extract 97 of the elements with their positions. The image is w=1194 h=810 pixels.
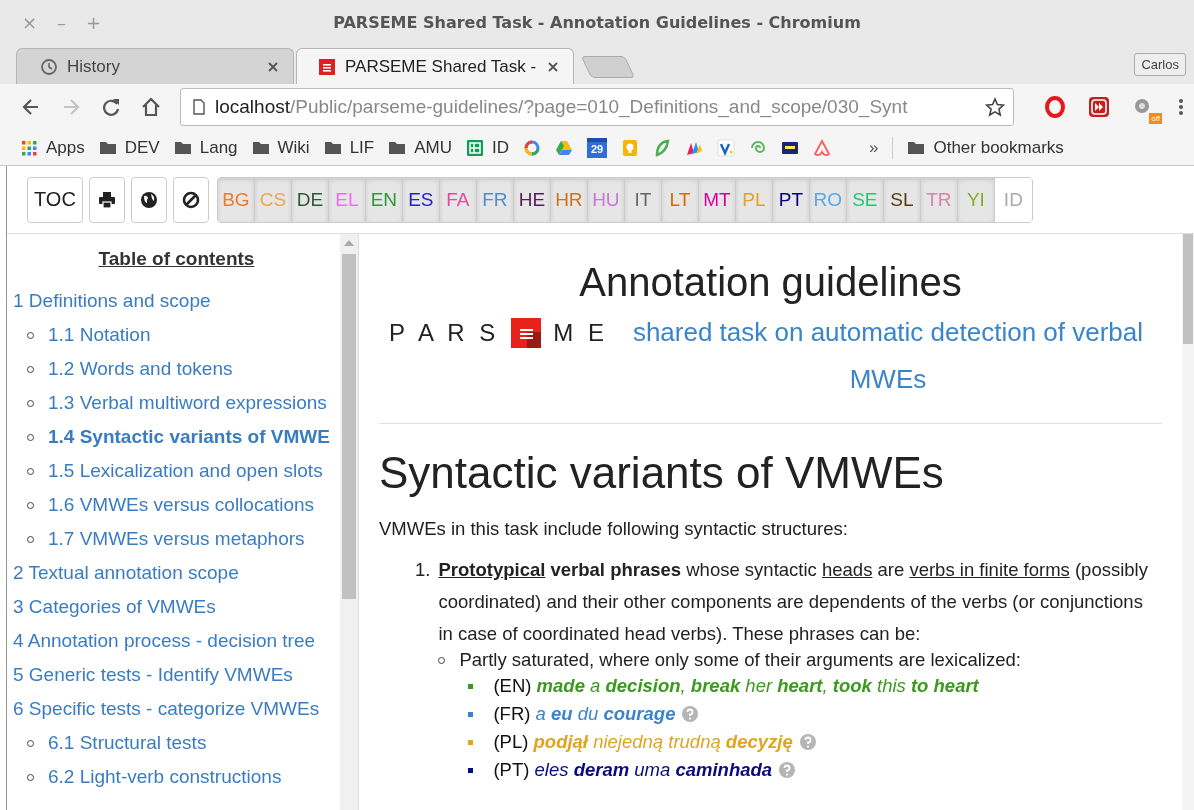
subtitle-link[interactable]: shared task on automatic detection of verbal MWEs xyxy=(613,309,1162,403)
language-button[interactable]: EN xyxy=(365,177,403,222)
help-icon[interactable] xyxy=(798,733,817,751)
toc-link[interactable]: 6 Specific tests - categorize VMWEs xyxy=(13,698,320,720)
bookmark[interactable]: Lang xyxy=(173,137,238,158)
address-field[interactable]: localhost/Public/parseme-guidelines/?page=010_Definitions_and_scope/030_Synt xyxy=(180,88,1014,126)
browser-tab[interactable]: PARSEME Shared Task - xyxy=(296,48,574,84)
example-text: (EN) made a decision, break her heart, took this to heart xyxy=(493,675,979,697)
maximize-button[interactable]: + xyxy=(86,11,102,33)
scroll-up-arrow[interactable] xyxy=(344,240,354,246)
toc-link[interactable]: 1.2 Words and tokens xyxy=(48,358,233,380)
language-button[interactable]: MT xyxy=(698,177,736,222)
bookmark[interactable]: Apps xyxy=(20,137,85,158)
toc-link[interactable]: 4 Annotation process - decision tree xyxy=(13,630,316,652)
example-text: (PT) eles deram uma caminhada xyxy=(493,759,773,781)
language-button[interactable]: LT xyxy=(661,177,699,222)
list-number: 1. xyxy=(415,558,431,582)
language-button[interactable]: ES xyxy=(402,177,440,222)
v-mark-icon[interactable] xyxy=(717,138,735,157)
bookmark[interactable]: Other bookmarks xyxy=(907,137,1064,158)
language-button[interactable]: BG xyxy=(217,177,255,222)
logo-icon xyxy=(319,58,335,75)
loop-icon[interactable] xyxy=(813,138,831,157)
globe-icon xyxy=(139,190,158,209)
tab-title: PARSEME Shared Task - xyxy=(345,56,537,77)
triangle-icon[interactable] xyxy=(555,138,573,157)
language-button[interactable]: HR xyxy=(550,177,588,222)
history-icon xyxy=(39,57,57,76)
bookmark[interactable]: Wiki xyxy=(251,137,310,158)
toc-button[interactable]: TOC xyxy=(27,176,83,223)
toc-title: Table of contents xyxy=(97,248,256,270)
language-button[interactable]: PT xyxy=(772,177,810,222)
language-button[interactable]: FR xyxy=(476,177,514,222)
scrollbar-thumb[interactable] xyxy=(1183,234,1193,344)
section-heading: Syntactic variants of VMWEs xyxy=(379,448,945,498)
minimize-button[interactable]: – xyxy=(57,11,67,33)
toc-link[interactable]: 2 Textual annotation scope xyxy=(13,562,239,584)
window-title: PARSEME Shared Task - Annotation Guidelines - Chromium xyxy=(332,12,862,32)
print-icon xyxy=(97,190,116,209)
home-button[interactable] xyxy=(140,96,162,118)
toc-link[interactable]: 1.4 Syntactic variants of VMWE xyxy=(48,426,330,448)
language-button[interactable]: HU xyxy=(587,177,625,222)
profile-button[interactable]: Carlos xyxy=(1134,52,1186,76)
more-bookmarks-button[interactable]: » xyxy=(869,137,879,158)
leaf-icon[interactable] xyxy=(653,138,671,157)
help-icon[interactable] xyxy=(778,761,797,779)
example-text: (FR) a eu du courage xyxy=(493,703,676,725)
help-icon[interactable] xyxy=(681,705,700,723)
toc-link[interactable]: 5 Generic tests - Identify VMWEs xyxy=(13,664,293,686)
language-button[interactable]: FA xyxy=(439,177,477,222)
bookmark[interactable]: DEV xyxy=(98,137,160,158)
close-icon[interactable] xyxy=(547,60,559,73)
toc-link[interactable]: 6.2 Light-verb constructions xyxy=(48,766,282,788)
bookmark[interactable]: LIF xyxy=(323,137,375,158)
print-button[interactable] xyxy=(88,176,125,223)
language-button[interactable]: DE xyxy=(291,177,329,222)
url-text: localhost/Public/parseme-guidelines/?page=010_Definitions_and_scope/030_Synt xyxy=(215,96,909,118)
bookmark[interactable]: ID xyxy=(466,137,509,158)
toc-link[interactable]: 1.6 VMWEs versus collocations xyxy=(48,494,315,516)
list-paragraph: Prototypical verbal phrases whose syntactic heads are verbs in finite forms (possibly coordinated) and their other components are dependents of the verbs (or conjunctions in case of coordinated head verbs). These phrases can be: xyxy=(438,558,1149,646)
close-button[interactable]: × xyxy=(22,11,38,33)
sheet-icon xyxy=(466,138,484,157)
toc-link[interactable]: 1 Definitions and scope xyxy=(13,290,211,312)
ring-icon[interactable] xyxy=(1044,96,1066,118)
language-button[interactable]: IT xyxy=(624,177,662,222)
scrollbar[interactable] xyxy=(1182,234,1194,810)
fast-forward-icon[interactable] xyxy=(1088,96,1110,118)
page-icon xyxy=(193,99,205,115)
language-button[interactable]: SL xyxy=(883,177,921,222)
toc-link[interactable]: 3 Categories of VMWEs xyxy=(13,596,216,618)
logo: P A R S M E xyxy=(389,316,608,350)
toc-link[interactable]: 1.1 Notation xyxy=(48,324,151,346)
toc-link[interactable]: 6.1 Structural tests xyxy=(48,732,207,754)
ring-icon[interactable] xyxy=(523,138,541,157)
close-icon[interactable] xyxy=(267,60,279,73)
scrollbar-thumb[interactable] xyxy=(342,254,356,599)
list-text: Partly saturated, where only some of their arguments are lexicalized: xyxy=(459,648,1021,672)
globe-button[interactable] xyxy=(130,176,167,223)
reload-button[interactable] xyxy=(100,96,122,118)
browser-tab[interactable]: History xyxy=(16,48,294,84)
calendar-icon[interactable]: 29 xyxy=(587,137,607,158)
toc-link[interactable]: 1.7 VMWEs versus metaphors xyxy=(48,528,305,550)
ban-icon xyxy=(181,190,200,209)
tab-title: History xyxy=(67,56,121,77)
example-text: (PL) podjął niejedną trudną decyzję xyxy=(493,731,793,753)
star-icon[interactable] xyxy=(985,97,1005,117)
scrollbar[interactable] xyxy=(340,234,358,810)
toc-link[interactable]: 1.3 Verbal multiword expressions xyxy=(48,392,327,414)
toc-link[interactable]: 1.5 Lexicalization and open slots xyxy=(48,460,323,482)
off-badge: off xyxy=(1149,113,1162,124)
bookmark[interactable]: AMU xyxy=(388,137,452,158)
menu-icon[interactable] xyxy=(1178,97,1184,117)
page-title: Annotation guidelines xyxy=(578,260,963,305)
language-button[interactable]: HE xyxy=(513,177,551,222)
apps-icon xyxy=(20,138,38,157)
ban-button[interactable] xyxy=(172,176,209,223)
intro-text: VMWEs in this task include following syntactic structures: xyxy=(379,518,849,540)
